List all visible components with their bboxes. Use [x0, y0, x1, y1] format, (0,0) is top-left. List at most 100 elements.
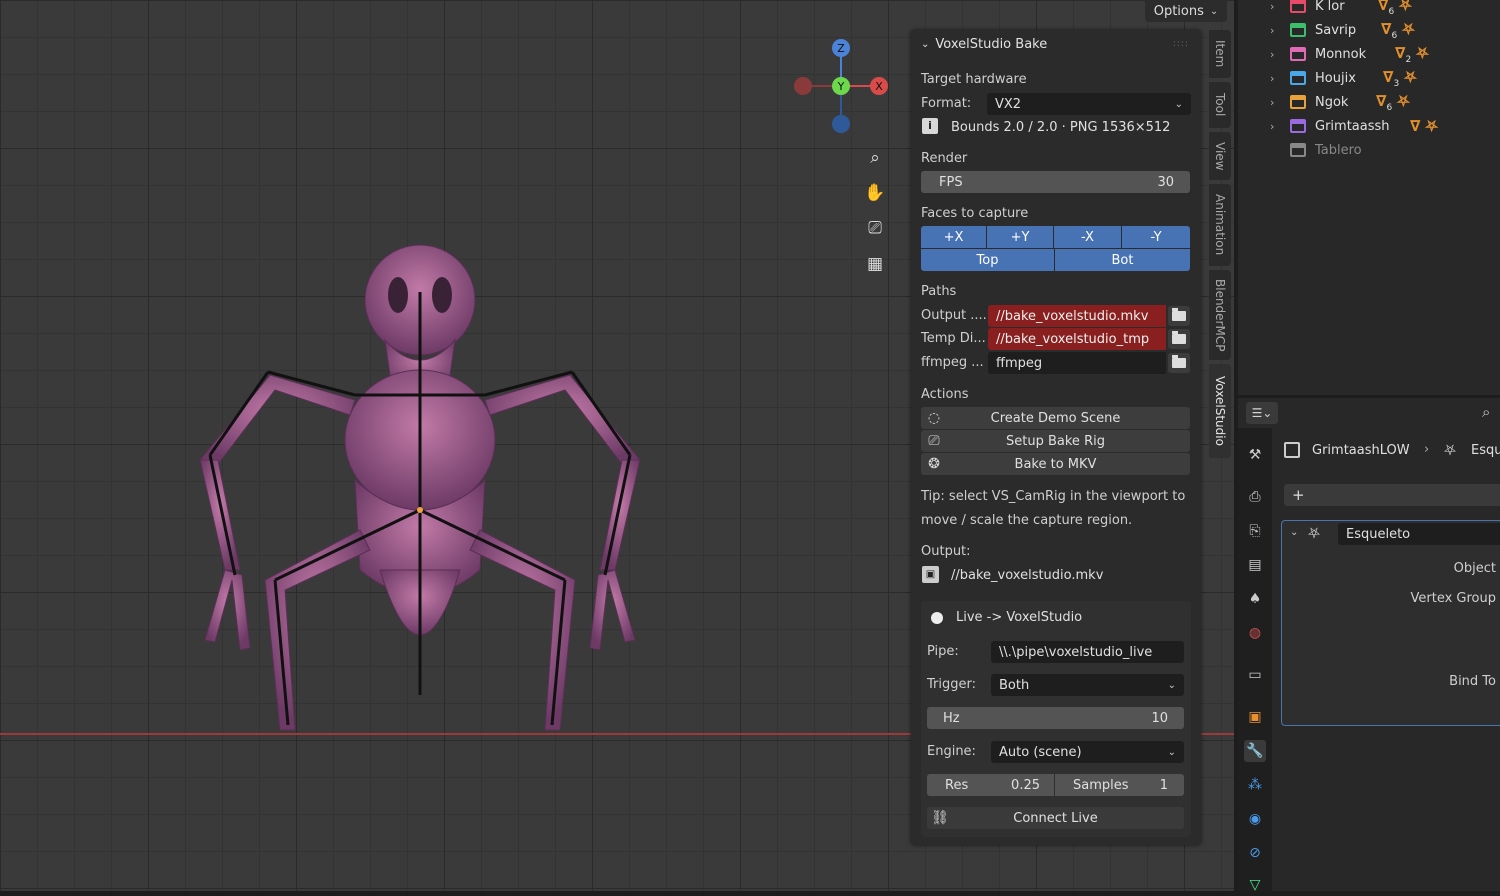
- tab-voxelstudio[interactable]: VoxelStudio: [1209, 364, 1231, 458]
- panel-header[interactable]: ⌄ VoxelStudio Bake ::::: [911, 30, 1201, 58]
- info-icon: i: [922, 118, 938, 134]
- search-icon[interactable]: ⌕: [1482, 403, 1490, 421]
- folder-icon[interactable]: [1168, 306, 1190, 326]
- hand-pan-icon[interactable]: ✋: [862, 180, 888, 206]
- gizmo-y-label: Y: [837, 80, 845, 93]
- target-hardware-label: Target hardware: [921, 72, 1027, 87]
- outliner: › K lor ∇6 ⛧ › Savrip ∇6 ⛧ › Monnok ∇2 ⛧ › Houjix ∇…: [1238, 0, 1500, 395]
- format-label: Format:: [921, 96, 972, 111]
- creature-model[interactable]: [180, 240, 660, 740]
- armature-modifier-icon: ⛧: [1308, 524, 1321, 542]
- chevron-down-icon: ⌄: [921, 38, 930, 50]
- panel-title: VoxelStudio Bake: [935, 36, 1048, 52]
- particles-icon[interactable]: ⁂: [1244, 774, 1266, 796]
- tab-blendermcp[interactable]: BlenderMCP: [1209, 270, 1231, 360]
- modifier-icon[interactable]: 🔧: [1244, 740, 1266, 762]
- tab-animation[interactable]: Animation: [1209, 184, 1231, 266]
- trigger-select[interactable]: Both ⌄: [991, 674, 1184, 696]
- outliner-item[interactable]: Tablero: [1238, 138, 1500, 162]
- hz-value: 10: [1151, 710, 1168, 726]
- folder-icon[interactable]: [1168, 353, 1190, 373]
- temp-dir-field[interactable]: //bake_voxelstudio_tmp: [988, 328, 1166, 350]
- outliner-item-name: Grimtaassh: [1315, 118, 1390, 134]
- output-icon[interactable]: ⎘: [1244, 520, 1266, 542]
- breadcrumb-object[interactable]: GrimtaashLOW: [1312, 443, 1410, 458]
- collection-icon[interactable]: ▭: [1244, 664, 1266, 686]
- render-icon[interactable]: ⎙: [1244, 486, 1266, 508]
- modifier-icons: ∇6 ⛧: [1376, 92, 1409, 113]
- trigger-value: Both: [999, 677, 1030, 693]
- engine-select[interactable]: Auto (scene) ⌄: [991, 741, 1184, 763]
- faces-label: Faces to capture: [921, 206, 1029, 221]
- outliner-item[interactable]: › Savrip ∇6 ⛧: [1238, 18, 1500, 42]
- face-toggle-minus-x[interactable]: -X: [1054, 226, 1121, 248]
- live-subpanel: Live -> VoxelStudio Pipe: \\.\pipe\voxel…: [921, 601, 1191, 837]
- connect-live-button[interactable]: ⛓ Connect Live: [927, 807, 1184, 829]
- outliner-item-name: Savrip: [1315, 22, 1357, 38]
- zoom-icon[interactable]: ⌕: [862, 145, 888, 171]
- chevron-right-icon[interactable]: ›: [1270, 24, 1274, 37]
- hz-slider[interactable]: Hz 10: [927, 707, 1184, 729]
- face-toggle-top[interactable]: Top: [921, 249, 1054, 271]
- object-label: Object: [1453, 561, 1496, 576]
- grid-icon[interactable]: ▦: [862, 251, 888, 277]
- face-toggle-plus-y[interactable]: +Y: [987, 226, 1053, 248]
- grip-icon[interactable]: ::::: [1173, 39, 1189, 49]
- editor-type-icon[interactable]: ☰⌄: [1246, 402, 1278, 424]
- face-toggle-minus-y[interactable]: -Y: [1122, 226, 1190, 248]
- chevron-down-icon[interactable]: ⌄: [1290, 527, 1298, 538]
- res-slider[interactable]: Res 0.25: [927, 774, 1054, 796]
- chevron-down-icon: ⌄: [1167, 746, 1176, 758]
- tool-icon[interactable]: ⚒: [1244, 444, 1266, 466]
- modifier-icons: ∇2 ⛧: [1395, 44, 1428, 65]
- outliner-item[interactable]: › Ngok ∇6 ⛧: [1238, 90, 1500, 114]
- chevron-right-icon: ›: [1424, 442, 1430, 457]
- options-dropdown[interactable]: Options ⌄: [1145, 0, 1227, 22]
- samples-slider[interactable]: Samples 1: [1055, 774, 1184, 796]
- constraints-icon[interactable]: ⊘: [1244, 842, 1266, 864]
- chevron-right-icon[interactable]: ›: [1270, 120, 1274, 133]
- outliner-item[interactable]: › K lor ∇6 ⛧: [1238, 0, 1500, 18]
- navigation-gizmo[interactable]: Z X Y: [790, 36, 894, 136]
- tab-tool[interactable]: Tool: [1209, 82, 1231, 128]
- fps-slider[interactable]: FPS 30: [921, 171, 1190, 193]
- world-icon[interactable]: ◍: [1244, 622, 1266, 644]
- outliner-item[interactable]: › Monnok ∇2 ⛧: [1238, 42, 1500, 66]
- modifier-name-field[interactable]: Esqueleto: [1338, 523, 1500, 545]
- collection-icon: [1290, 23, 1306, 37]
- setup-rig-label: Setup Bake Rig: [1006, 433, 1105, 449]
- pipe-field[interactable]: \\.\pipe\voxelstudio_live: [991, 641, 1184, 663]
- engine-label: Engine:: [927, 744, 976, 759]
- object-icon[interactable]: ▣: [1244, 706, 1266, 728]
- samples-label: Samples: [1073, 777, 1129, 793]
- tab-item[interactable]: Item: [1209, 30, 1231, 78]
- chevron-right-icon[interactable]: ›: [1270, 0, 1274, 13]
- format-select[interactable]: VX2 ⌄: [987, 93, 1191, 115]
- data-icon[interactable]: ▽: [1244, 874, 1266, 896]
- folder-icon[interactable]: [1168, 329, 1190, 349]
- live-status-icon[interactable]: [931, 612, 943, 624]
- camera-icon[interactable]: ⎚: [862, 215, 888, 241]
- breadcrumb-next[interactable]: Esqu: [1471, 443, 1500, 458]
- collection-icon: [1290, 95, 1306, 109]
- physics-icon[interactable]: ◉: [1244, 808, 1266, 830]
- chevron-right-icon[interactable]: ›: [1270, 48, 1274, 61]
- output-path-field[interactable]: //bake_voxelstudio.mkv: [988, 305, 1166, 327]
- add-modifier-button[interactable]: +: [1284, 484, 1500, 506]
- tab-view[interactable]: View: [1209, 132, 1231, 180]
- view-layer-icon[interactable]: ▤: [1244, 554, 1266, 576]
- create-demo-scene-button[interactable]: ◌ Create Demo Scene: [921, 407, 1190, 429]
- face-toggle-plus-x[interactable]: +X: [921, 226, 986, 248]
- bake-to-mkv-button[interactable]: ❂ Bake to MKV: [921, 453, 1190, 475]
- chevron-right-icon[interactable]: ›: [1270, 96, 1274, 109]
- scene-icon: ◌: [927, 410, 941, 426]
- outliner-item[interactable]: › Grimtaassh ∇ ⛧: [1238, 114, 1500, 138]
- ffmpeg-field[interactable]: ffmpeg: [988, 352, 1166, 374]
- face-toggle-bot[interactable]: Bot: [1055, 249, 1190, 271]
- outliner-item[interactable]: › Houjix ∇3 ⛧: [1238, 66, 1500, 90]
- scene-icon[interactable]: ♠: [1244, 588, 1266, 610]
- setup-bake-rig-button[interactable]: ⎚ Setup Bake Rig: [921, 430, 1190, 452]
- chevron-right-icon[interactable]: ›: [1270, 72, 1274, 85]
- vertex-group-label: Vertex Group: [1410, 591, 1497, 606]
- fps-label: FPS: [939, 174, 963, 190]
